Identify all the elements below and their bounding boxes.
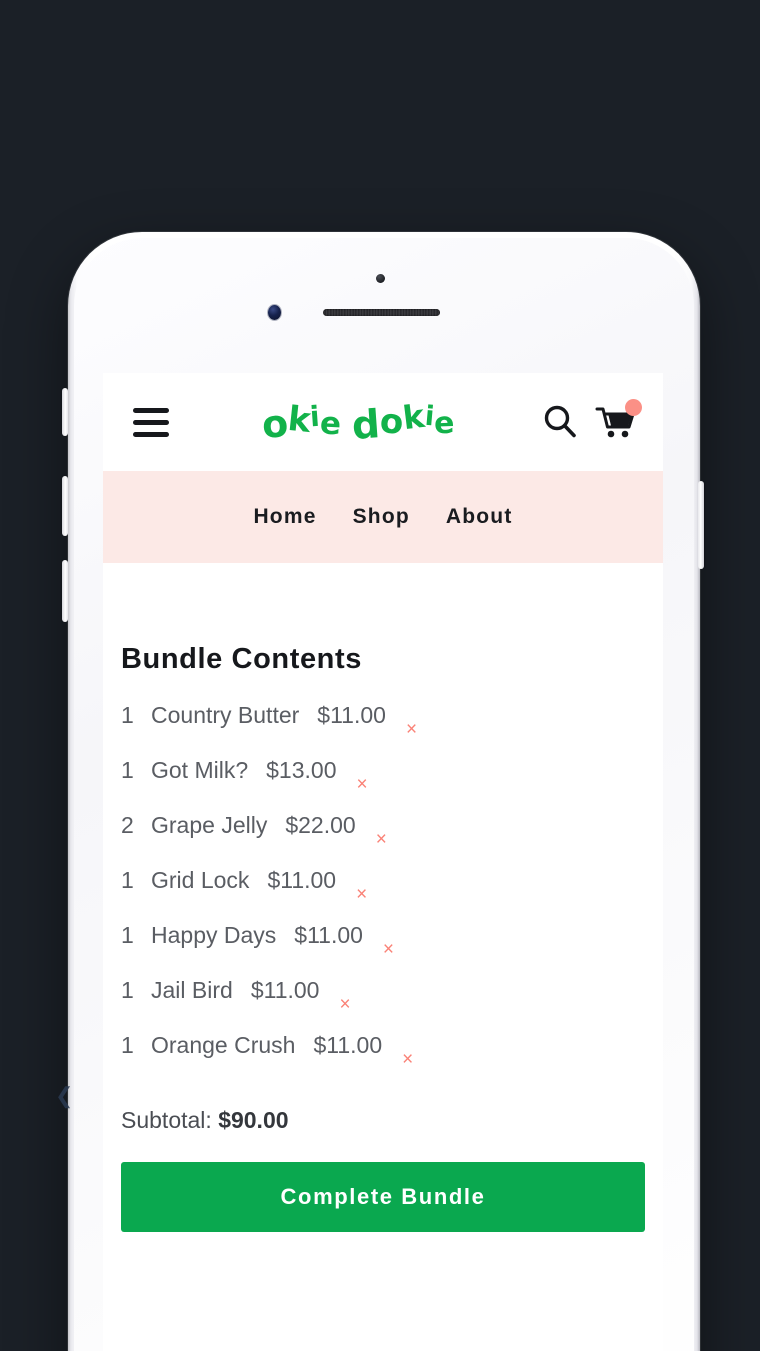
proximity-sensor-icon [376, 274, 385, 283]
bundle-item-row: 1 Orange Crush $11.00 × [121, 1032, 645, 1087]
nav-item-shop[interactable]: Shop [353, 505, 410, 529]
item-price: $11.00 [267, 867, 337, 893]
volume-up-button[interactable] [62, 476, 68, 536]
item-quantity: 1 [121, 1032, 134, 1058]
power-button[interactable] [698, 481, 704, 569]
item-quantity: 1 [121, 702, 134, 728]
cart-badge [625, 399, 642, 416]
site-logo[interactable]: okie dokie [169, 396, 541, 448]
remove-item-icon[interactable]: × [357, 775, 368, 794]
logo-letter: k [401, 396, 427, 437]
remove-item-icon[interactable]: × [356, 885, 367, 904]
search-icon [544, 405, 576, 438]
logo-letter: o [260, 400, 289, 447]
phone-screen: okie dokie Home Shop About Bundle Conten… [103, 373, 663, 1351]
subtotal-row: Subtotal: $90.00 [121, 1107, 645, 1134]
header-actions [541, 399, 642, 441]
item-name: Grape Jelly [151, 812, 268, 838]
logo-letter: e [319, 404, 343, 443]
hamburger-bar [133, 431, 169, 437]
search-button[interactable] [541, 403, 579, 441]
remove-item-icon[interactable]: × [402, 1050, 413, 1069]
bundle-item-row: 2 Grape Jelly $22.00 × [121, 812, 645, 867]
hamburger-menu-icon[interactable] [133, 407, 169, 437]
remove-item-icon[interactable]: × [383, 940, 394, 959]
subtotal-amount: $90.00 [218, 1107, 289, 1133]
item-price: $13.00 [266, 757, 337, 783]
main-navigation: Home Shop About [103, 471, 663, 563]
item-quantity: 1 [121, 922, 134, 948]
item-price: $11.00 [317, 702, 386, 728]
item-quantity: 2 [121, 812, 134, 838]
logo-letter: e [433, 405, 455, 441]
logo-letter: d [350, 401, 382, 449]
subtotal-label: Subtotal: [121, 1107, 219, 1133]
item-name: Got Milk? [151, 757, 249, 783]
bundle-contents-list: 1 Country Butter $11.00 × 1 Got Milk? $1… [121, 702, 645, 1087]
volume-down-button[interactable] [62, 560, 68, 622]
remove-item-icon[interactable]: × [339, 995, 350, 1014]
item-name: Grid Lock [151, 867, 250, 893]
edge-chevron-icon: ❮ [55, 1083, 74, 1108]
item-quantity: 1 [121, 757, 134, 783]
remove-item-icon[interactable]: × [406, 720, 417, 739]
nav-item-home[interactable]: Home [253, 505, 316, 529]
item-quantity: 1 [121, 867, 134, 893]
bundle-item-row: 1 Jail Bird $11.00 × [121, 977, 645, 1032]
bundle-item-row: 1 Country Butter $11.00 × [121, 702, 645, 757]
page-title: Bundle Contents [121, 643, 362, 675]
item-name: Orange Crush [151, 1032, 296, 1058]
logo-letter: o [378, 400, 405, 443]
silence-switch-button[interactable] [62, 388, 68, 436]
item-quantity: 1 [121, 977, 134, 1003]
item-name: Country Butter [151, 702, 300, 728]
item-name: Happy Days [151, 922, 277, 948]
front-camera-icon [268, 305, 281, 320]
item-price: $11.00 [250, 977, 320, 1003]
item-price: $22.00 [285, 812, 356, 838]
page-body: Bundle Contents 1 Country Butter $11.00 … [103, 643, 663, 1232]
nav-item-about[interactable]: About [446, 505, 513, 529]
hamburger-bar [133, 419, 169, 425]
site-header: okie dokie [103, 373, 663, 471]
hamburger-bar [133, 407, 169, 413]
bundle-item-row: 1 Grid Lock $11.00 × [121, 867, 645, 922]
bundle-item-row: 1 Got Milk? $13.00 × [121, 757, 645, 812]
item-price: $11.00 [313, 1032, 383, 1058]
logo-letter: k [285, 398, 313, 441]
earpiece-speaker-icon [323, 309, 440, 316]
complete-bundle-button[interactable]: Complete Bundle [121, 1162, 645, 1232]
item-price: $11.00 [294, 922, 363, 948]
cart-button[interactable] [595, 399, 642, 441]
item-name: Jail Bird [151, 977, 233, 1003]
bundle-item-row: 1 Happy Days $11.00 × [121, 922, 645, 977]
remove-item-icon[interactable]: × [376, 830, 387, 849]
